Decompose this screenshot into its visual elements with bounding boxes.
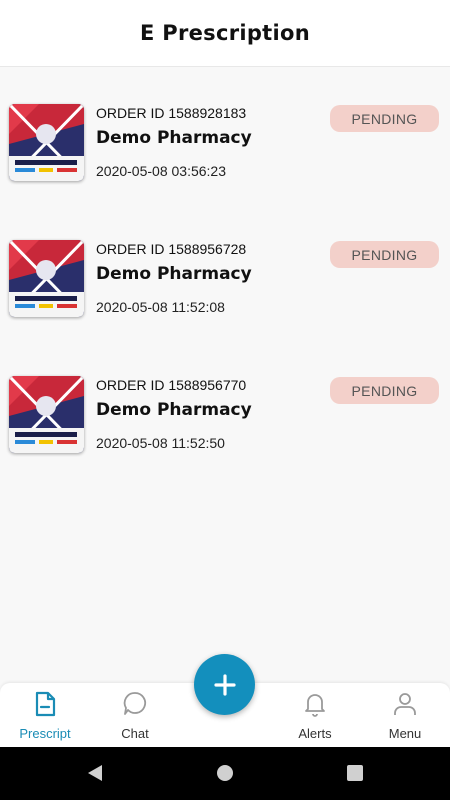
system-navigation-bar	[0, 747, 450, 800]
chat-bubble-icon	[123, 692, 147, 715]
home-icon[interactable]	[216, 764, 234, 782]
nav-label: Chat	[121, 726, 149, 741]
plus-icon	[213, 673, 236, 696]
pharmacy-name: Demo Pharmacy	[96, 264, 252, 284]
order-date: 2020-05-08 03:56:23	[96, 163, 226, 179]
user-icon	[394, 693, 416, 715]
order-list: ORDER ID 1588928183 Demo Pharmacy 2020-0…	[0, 67, 450, 475]
order-date: 2020-05-08 11:52:08	[96, 299, 225, 315]
nav-menu[interactable]: Menu	[360, 683, 450, 747]
order-card[interactable]: ORDER ID 1588928183 Demo Pharmacy 2020-0…	[0, 67, 450, 203]
status-badge: PENDING	[330, 105, 439, 132]
nav-alerts[interactable]: Alerts	[270, 683, 360, 747]
document-icon	[35, 691, 56, 717]
prescription-thumbnail[interactable]	[9, 376, 84, 453]
nav-prescript[interactable]: Prescript	[0, 683, 90, 747]
order-id: ORDER ID 1588956728	[96, 241, 247, 257]
prescription-thumbnail[interactable]	[9, 104, 84, 181]
nav-chat[interactable]: Chat	[90, 683, 180, 747]
order-card[interactable]: ORDER ID 1588956770 Demo Pharmacy 2020-0…	[0, 339, 450, 475]
order-id: ORDER ID 1588928183	[96, 105, 247, 121]
app-header: E Prescription	[0, 0, 450, 67]
status-badge: PENDING	[330, 377, 439, 404]
prescription-thumbnail[interactable]	[9, 240, 84, 317]
pharmacy-name: Demo Pharmacy	[96, 400, 252, 420]
order-id: ORDER ID 1588956770	[96, 377, 247, 393]
order-date: 2020-05-08 11:52:50	[96, 435, 225, 451]
status-badge: PENDING	[330, 241, 439, 268]
nav-label: Alerts	[298, 726, 332, 741]
bell-icon	[305, 694, 325, 717]
page-title: E Prescription	[140, 21, 310, 45]
add-prescription-button[interactable]	[194, 654, 255, 715]
order-card[interactable]: ORDER ID 1588956728 Demo Pharmacy 2020-0…	[0, 203, 450, 339]
back-icon[interactable]	[86, 764, 104, 782]
recents-icon[interactable]	[346, 764, 364, 782]
pharmacy-name: Demo Pharmacy	[96, 128, 252, 148]
nav-label: Prescript	[19, 726, 71, 741]
nav-label: Menu	[388, 726, 422, 741]
